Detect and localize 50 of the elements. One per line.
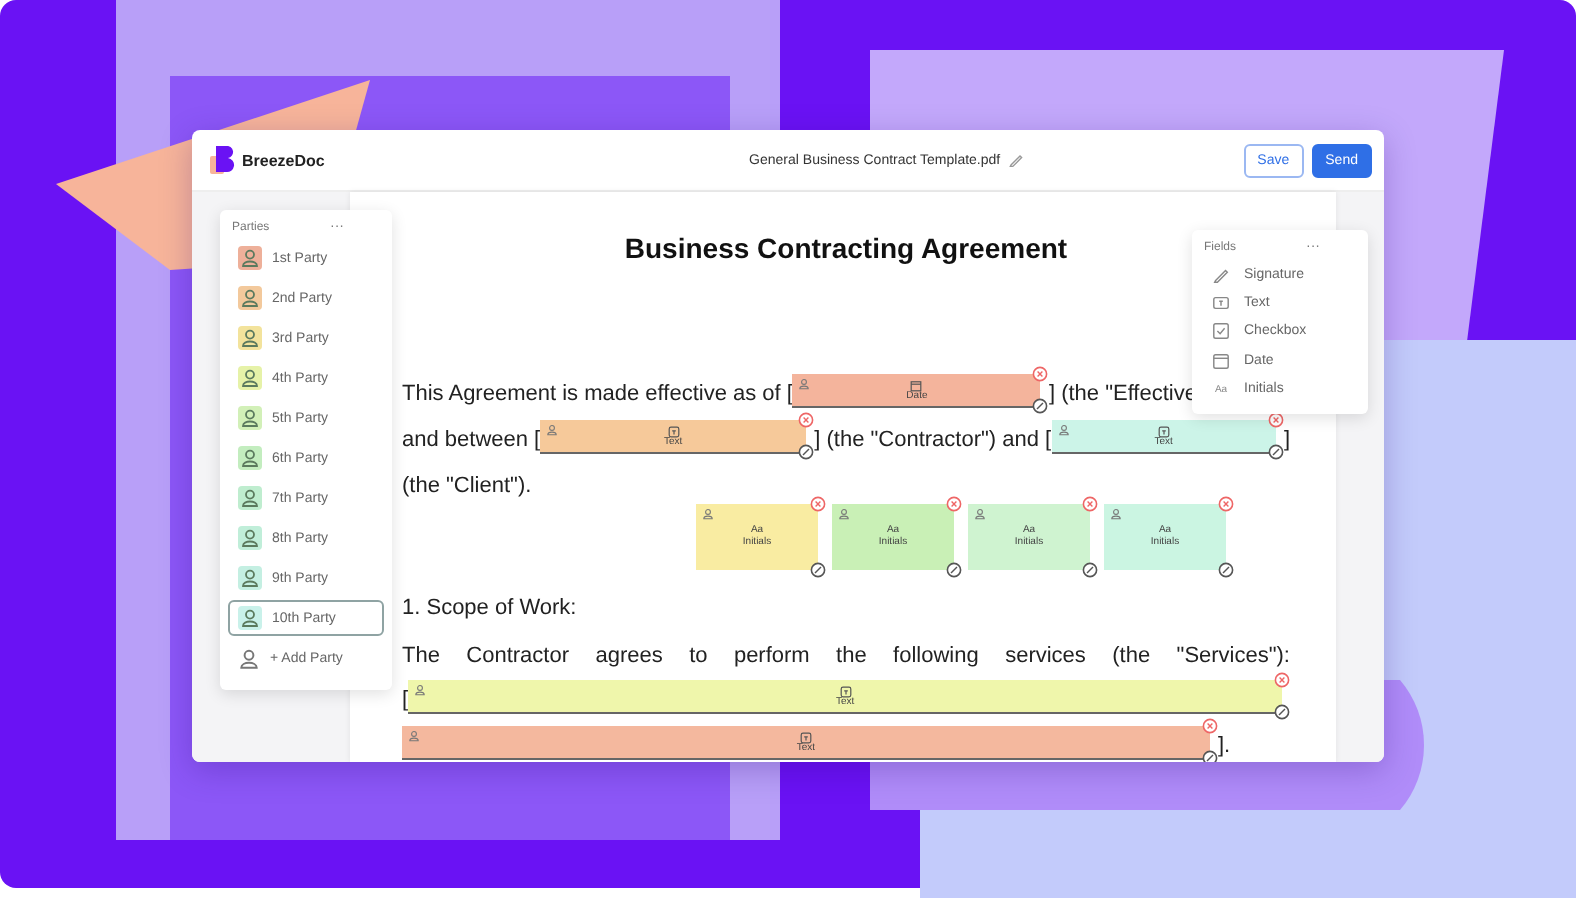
person-icon — [838, 508, 850, 520]
person-icon — [408, 730, 420, 742]
person-icon — [798, 378, 811, 390]
remove-icon[interactable] — [798, 412, 815, 428]
person-icon — [414, 684, 427, 696]
resize-handle-icon[interactable] — [1267, 444, 1284, 460]
document-title: Business Contracting Agreement — [624, 232, 1068, 264]
person-icon — [974, 508, 986, 520]
logo-icon — [210, 146, 236, 174]
document-text: ]. — [1218, 734, 1231, 760]
resize-handle-icon[interactable] — [798, 444, 815, 460]
resize-handle-icon[interactable] — [810, 562, 826, 578]
remove-icon[interactable] — [1032, 366, 1049, 382]
document-text: 1. Scope of Work: — [402, 596, 577, 622]
calendar-icon — [910, 379, 923, 391]
document-text: This Agreement is made effective as of [ — [402, 382, 793, 408]
resize-handle-icon[interactable] — [1082, 562, 1098, 578]
text-field-icon — [1157, 425, 1170, 437]
resize-handle-icon[interactable] — [946, 562, 962, 578]
text-field-icon — [800, 731, 812, 743]
brand-name: BreezeDoc — [242, 151, 325, 169]
remove-icon[interactable] — [1202, 718, 1218, 734]
person-icon — [546, 424, 559, 436]
pencil-icon[interactable] — [1008, 152, 1025, 168]
document-text: ] — [1283, 428, 1290, 454]
remove-icon[interactable] — [946, 496, 962, 512]
remove-icon[interactable] — [1218, 496, 1234, 512]
resize-handle-icon[interactable] — [1274, 704, 1290, 720]
document-text: [ — [402, 688, 409, 714]
document-text: The Contractor agrees to perform the following services (the "Services"): — [402, 644, 1290, 668]
document-text: and between [ — [402, 428, 541, 454]
text-field-icon — [839, 685, 852, 697]
resize-handle-icon[interactable] — [1218, 562, 1234, 578]
calendar-icon — [1212, 351, 1230, 370]
person-icon — [1110, 508, 1122, 520]
remove-icon[interactable] — [1082, 496, 1098, 512]
text-field-icon — [1212, 294, 1230, 313]
person-icon — [238, 647, 260, 669]
person-icon — [1057, 424, 1070, 436]
remove-icon[interactable] — [810, 496, 826, 512]
resize-handle-icon[interactable] — [1202, 750, 1218, 762]
document-text: ] (the "Contractor") and [ — [814, 428, 1052, 454]
text-field-icon — [667, 425, 680, 437]
checkbox-icon — [1212, 322, 1230, 341]
resize-handle-icon[interactable] — [1032, 398, 1049, 414]
person-icon — [702, 508, 714, 520]
document-text: (the "Client"). — [402, 474, 532, 500]
document-text: ] (the "Effective — [1048, 382, 1197, 408]
pen-icon — [1212, 265, 1230, 284]
remove-icon[interactable] — [1274, 672, 1290, 688]
